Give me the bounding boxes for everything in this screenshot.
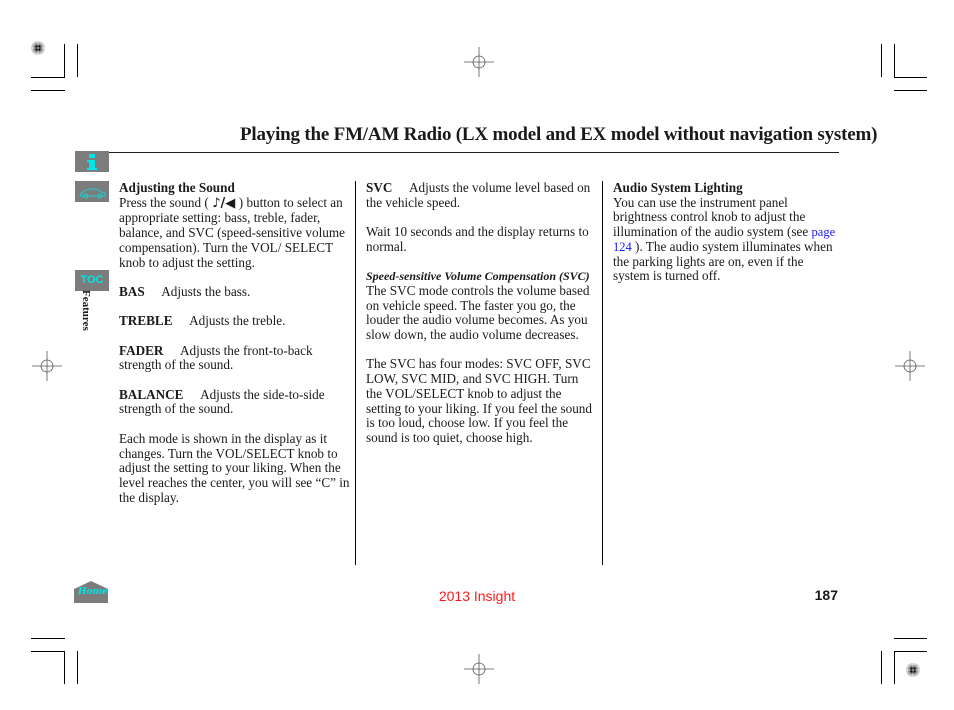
title-divider — [92, 152, 839, 153]
info-button[interactable] — [75, 151, 109, 172]
svc-paragraph-2: The SVC has four modes: SVC OFF, SVC LOW… — [366, 356, 592, 445]
model-name: 2013 Insight — [438, 588, 516, 604]
setting-item-svc: SVC Adjusts the volume level based on th… — [366, 180, 591, 210]
setting-item-bas: BAS Adjusts the bass. — [119, 283, 251, 299]
lighting-paragraph: You can use the instrument panel brightn… — [613, 194, 836, 284]
crosshair-icon — [464, 47, 494, 77]
column-divider — [355, 181, 356, 565]
closing-paragraph: Each mode is shown in the display as it … — [119, 430, 350, 505]
home-button[interactable]: Home — [74, 581, 108, 603]
toc-label: TOC — [80, 274, 104, 286]
registration-target-icon — [31, 41, 45, 55]
info-icon — [87, 154, 97, 170]
page-title: Playing the FM/AM Radio (LX model and EX… — [240, 124, 878, 145]
column-divider — [602, 181, 603, 565]
music-mute-icon: ♪/◀ — [212, 195, 236, 211]
svc-subheading: Speed-sensitive Volume Compensation (SVC… — [366, 269, 590, 284]
crosshair-icon — [895, 351, 925, 381]
home-label: Home — [78, 587, 108, 597]
crosshair-icon — [32, 351, 62, 381]
setting-item-balance: BALANCE Adjusts the side-to-side strengt… — [119, 386, 325, 417]
column-adjusting-sound: Adjusting the Sound Press the sound (♪/◀… — [119, 180, 354, 520]
car-icon — [79, 188, 106, 199]
setting-item-treble: TREBLE Adjusts the treble. — [119, 313, 286, 329]
section-heading: Audio System Lighting — [613, 180, 743, 195]
page-number: 187 — [814, 587, 838, 603]
registration-target-icon — [906, 663, 920, 677]
section-label: Features — [80, 290, 92, 331]
setting-item-fader: FADER Adjusts the front-to-back strength… — [119, 342, 313, 373]
vehicle-index-button[interactable] — [75, 181, 109, 202]
crosshair-icon — [464, 654, 494, 684]
svc-paragraph-1: The SVC mode controls the volume based o… — [366, 282, 590, 342]
section-heading: Adjusting the Sound — [119, 180, 235, 195]
toc-button[interactable]: TOC — [75, 270, 109, 291]
intro-paragraph: Press the sound (♪/◀) button to select a… — [119, 194, 345, 270]
column-audio-lighting: Audio System Lighting You can use the in… — [613, 180, 841, 299]
wait-paragraph: Wait 10 seconds and the display returns … — [366, 224, 589, 254]
column-svc: SVC Adjusts the volume level based on th… — [366, 180, 596, 460]
